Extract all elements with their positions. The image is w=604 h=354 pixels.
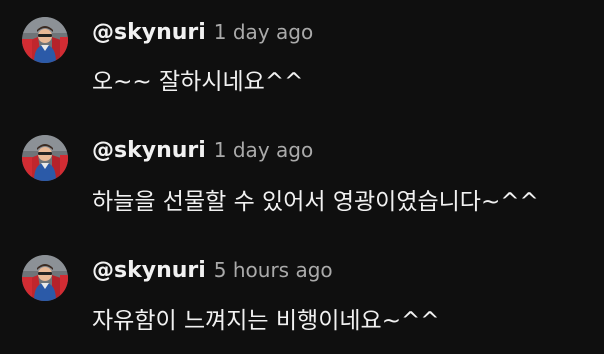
- user-avatar-photo-icon: [22, 255, 68, 301]
- comment-timestamp[interactable]: 1 day ago: [214, 138, 313, 162]
- avatar[interactable]: [22, 255, 68, 301]
- comment-text: 자유함이 느껴지는 비행이네요~^^: [92, 308, 440, 334]
- comment-header: @skynuri 1 day ago: [92, 138, 313, 163]
- avatar[interactable]: [22, 17, 68, 63]
- comment-text: 오~~ 잘하시네요^^: [92, 69, 304, 95]
- comment-header: @skynuri 5 hours ago: [92, 258, 333, 283]
- comment-header: @skynuri 1 day ago: [92, 20, 313, 45]
- comment-timestamp[interactable]: 1 day ago: [214, 20, 313, 44]
- comment-author[interactable]: @skynuri: [92, 20, 206, 45]
- comment-timestamp[interactable]: 5 hours ago: [214, 258, 333, 282]
- comment-text: 하늘을 선물할 수 있어서 영광이였습니다~^^: [92, 189, 539, 215]
- user-avatar-photo-icon: [22, 17, 68, 63]
- user-avatar-photo-icon: [22, 135, 68, 181]
- avatar[interactable]: [22, 135, 68, 181]
- comment-author[interactable]: @skynuri: [92, 138, 206, 163]
- comment-author[interactable]: @skynuri: [92, 258, 206, 283]
